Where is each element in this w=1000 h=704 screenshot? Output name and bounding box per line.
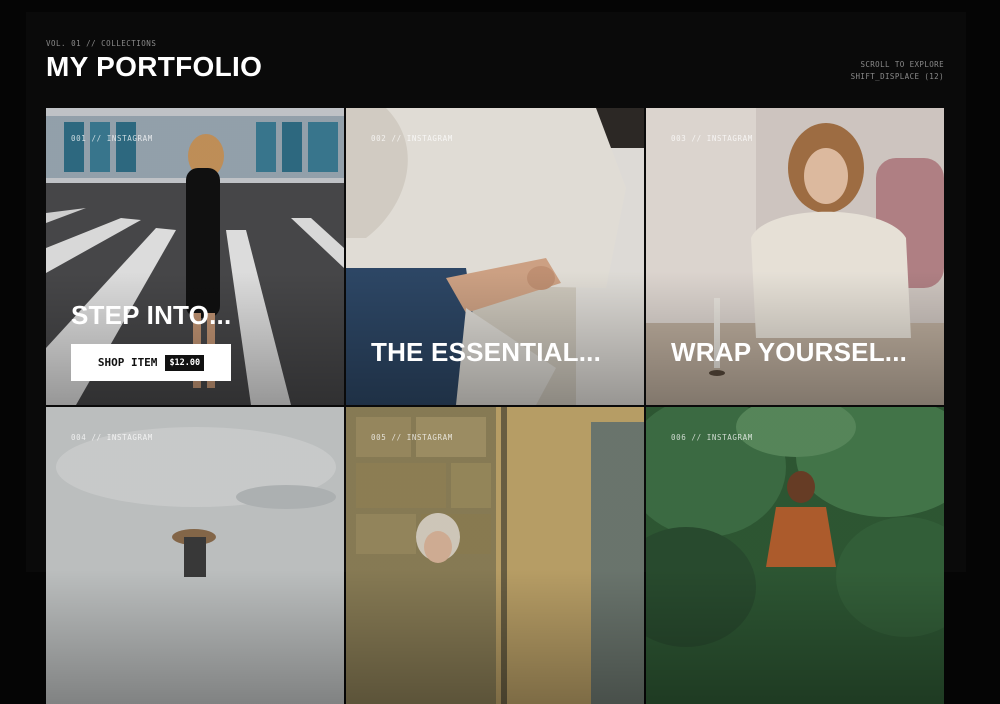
card-source-tag: 004 // INSTAGRAM xyxy=(71,433,153,442)
card-source-tag: 001 // INSTAGRAM xyxy=(71,134,153,143)
scroll-hint-line: SCROLL TO EXPLORE xyxy=(860,60,944,69)
card-caption: STEP INTO... xyxy=(71,300,232,330)
card-source-tag: 002 // INSTAGRAM xyxy=(371,134,453,143)
card-overlay xyxy=(346,407,644,704)
eyebrow-label: VOL. 01 // COLLECTIONS xyxy=(46,39,157,48)
portfolio-card-4[interactable]: 004 // INSTAGRAM xyxy=(46,407,344,704)
portfolio-card-2[interactable]: 002 // INSTAGRAM THE ESSENTIAL... xyxy=(346,108,644,405)
card-source-tag: 005 // INSTAGRAM xyxy=(371,433,453,442)
page-title: MY PORTFOLIO xyxy=(46,51,263,82)
portfolio-card-5[interactable]: 005 // INSTAGRAM xyxy=(346,407,644,704)
card-source-tag: 006 // INSTAGRAM xyxy=(671,433,753,442)
card-source-tag: 003 // INSTAGRAM xyxy=(671,134,753,143)
price-badge: $12.00 xyxy=(165,354,205,371)
portfolio-panel: VOL. 01 // COLLECTIONS MY PORTFOLIO SCRO… xyxy=(26,12,966,704)
card-caption: THE ESSENTIAL... xyxy=(371,337,602,367)
shift-displace-counter: SHIFT_DISPLACE (12) xyxy=(850,72,944,81)
portfolio-card-6[interactable]: 006 // INSTAGRAM xyxy=(646,407,944,704)
card-caption: WRAP YOURSEL... xyxy=(671,337,908,367)
portfolio-grid: 001 // INSTAGRAM STEP INTO... SHOP ITEM … xyxy=(46,108,944,704)
scroll-hint: SCROLL TO EXPLORE SHIFT_DISPLACE (12) xyxy=(851,59,944,83)
shop-item-button[interactable]: SHOP ITEM $12.00 xyxy=(71,344,231,381)
card-overlay xyxy=(646,407,944,704)
shop-item-label: SHOP ITEM xyxy=(97,356,158,369)
card-overlay xyxy=(46,407,344,704)
portfolio-card-3[interactable]: 003 // INSTAGRAM WRAP YOURSEL... xyxy=(646,108,944,405)
portfolio-card-1[interactable]: 001 // INSTAGRAM STEP INTO... SHOP ITEM … xyxy=(46,108,344,405)
